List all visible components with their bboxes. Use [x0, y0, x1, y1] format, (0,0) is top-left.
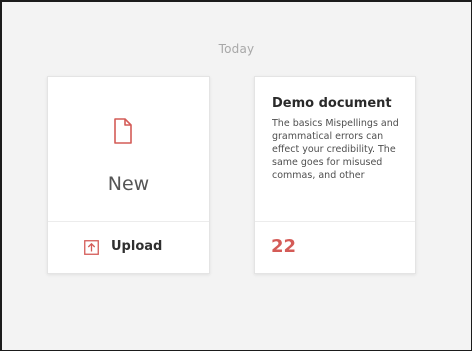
new-document-label: New	[107, 173, 150, 195]
issue-count-badge: 22	[271, 236, 297, 257]
document-open-area[interactable]: Demo document The basics Mispellings and…	[255, 77, 415, 221]
documents-screen: Today New Upload Demo document The basic…	[0, 0, 472, 351]
new-document-card: New Upload	[47, 76, 210, 274]
new-document-button[interactable]: New	[48, 77, 209, 221]
document-title: Demo document	[272, 96, 392, 111]
upload-icon	[84, 240, 99, 255]
upload-label: Upload	[111, 239, 163, 254]
document-footer: 22	[255, 222, 415, 273]
upload-button[interactable]: Upload	[48, 222, 209, 273]
document-preview: The basics Mispellings and grammatical e…	[272, 118, 399, 181]
section-label-today: Today	[218, 42, 255, 56]
new-document-icon	[114, 118, 132, 144]
document-card[interactable]: Demo document The basics Mispellings and…	[254, 76, 416, 274]
